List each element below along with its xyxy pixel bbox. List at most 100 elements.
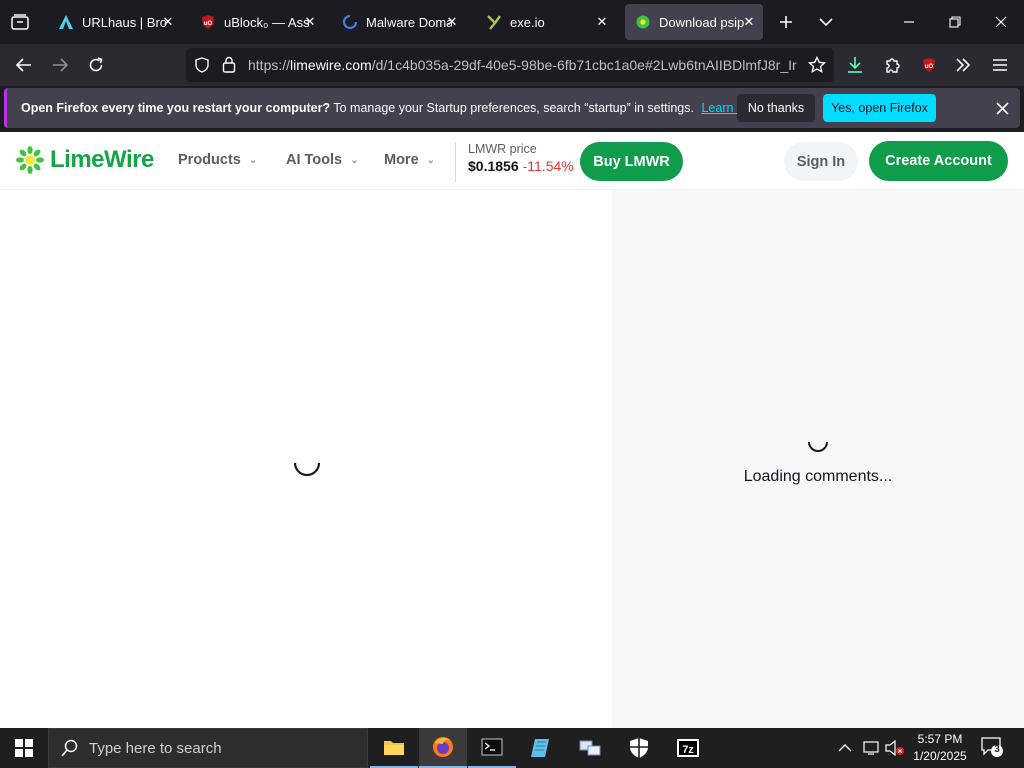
hamburger-icon xyxy=(993,59,1007,71)
tab-malware-domain[interactable]: Malware Domain ✕ xyxy=(332,4,466,40)
web-page: LimeWire Products ⌄ AI Tools ⌄ More ⌄ LMWR … xyxy=(0,132,1024,728)
extensions-button[interactable] xyxy=(878,50,908,80)
reload-button[interactable] xyxy=(81,50,111,80)
close-tab-icon[interactable]: ✕ xyxy=(302,14,318,30)
tab-urlhaus[interactable]: URLhaus | Browse ✕ xyxy=(48,4,182,40)
new-tab-button[interactable] xyxy=(774,10,798,34)
tab-overview-button[interactable] xyxy=(8,10,32,34)
chevron-up-icon xyxy=(838,744,852,752)
price-change: -11.54% xyxy=(522,158,574,174)
loading-spinner-icon xyxy=(808,441,828,452)
close-notification-button[interactable] xyxy=(991,97,1013,119)
speaker-muted-icon xyxy=(885,739,904,757)
close-icon xyxy=(995,16,1007,28)
malware-domain-icon xyxy=(342,14,358,30)
open-firefox-button[interactable]: Yes, open Firefox xyxy=(823,94,936,122)
close-tab-icon[interactable]: ✕ xyxy=(741,14,757,30)
minimize-icon xyxy=(904,21,914,23)
restore-button[interactable] xyxy=(932,0,978,44)
close-tab-icon[interactable]: ✕ xyxy=(160,14,176,30)
bookmark-star-icon[interactable] xyxy=(807,55,827,79)
notification-body: To manage your Startup preferences, sear… xyxy=(333,101,694,115)
tab-title: exe.io xyxy=(510,14,545,30)
arrow-left-icon xyxy=(16,58,31,72)
action-center-button[interactable]: 3 xyxy=(980,736,1008,760)
nav-products[interactable]: Products ⌄ xyxy=(178,152,257,168)
system-clock[interactable]: 5:57 PM 1/20/2025 xyxy=(908,731,972,765)
close-tab-icon[interactable]: ✕ xyxy=(444,14,460,30)
address-bar[interactable]: https://limewire.com/d/1c4b035a-29df-40e… xyxy=(186,48,834,82)
more-tools-button[interactable] xyxy=(948,50,978,80)
limewire-logo-icon xyxy=(16,146,44,174)
nav-label: AI Tools xyxy=(286,152,343,168)
start-button[interactable] xyxy=(0,728,48,768)
tab-download-psiphon[interactable]: Download psiph ✕ xyxy=(625,4,763,40)
notification-count: 3 xyxy=(994,744,1000,755)
app-menu-button[interactable] xyxy=(985,50,1015,80)
url-prefix: https:// xyxy=(248,57,291,73)
price-value-row: $0.1856 -11.54% xyxy=(468,158,574,174)
download-icon xyxy=(848,57,862,73)
lock-icon[interactable] xyxy=(222,56,236,78)
taskbar-file-explorer[interactable] xyxy=(370,728,418,768)
shield-icon[interactable] xyxy=(194,57,210,78)
forward-button[interactable] xyxy=(45,50,75,80)
folder-icon xyxy=(384,741,404,755)
taskbar-security-app[interactable] xyxy=(615,728,663,768)
tab-list-icon xyxy=(11,14,29,30)
tab-exeio[interactable]: exe.io ✕ xyxy=(476,4,616,40)
no-thanks-button[interactable]: No thanks xyxy=(737,94,815,122)
sign-in-button[interactable]: Sign In xyxy=(784,142,858,181)
taskbar-network-app[interactable] xyxy=(566,728,614,768)
nav-ai-tools[interactable]: AI Tools ⌄ xyxy=(286,152,359,168)
loading-spinner-icon xyxy=(293,462,321,477)
limewire-logo[interactable]: LimeWire xyxy=(16,146,154,174)
comments-pane: Loading comments... xyxy=(612,190,1024,728)
tab-title: URLhaus | Browse xyxy=(82,14,168,30)
arrow-right-icon xyxy=(53,58,68,72)
close-tab-icon[interactable]: ✕ xyxy=(594,14,610,30)
taskbar-notepad-app[interactable] xyxy=(517,728,565,768)
tab-ublock[interactable]: uO uBlock₀ — Asset ✕ xyxy=(190,4,324,40)
shield-icon xyxy=(630,738,648,758)
exeio-icon xyxy=(486,14,502,30)
nav-more[interactable]: More ⌄ xyxy=(384,152,435,168)
notebook-icon xyxy=(531,739,549,757)
chevron-down-icon: ⌄ xyxy=(350,154,359,166)
svg-text:uO: uO xyxy=(925,64,934,70)
nav-label: More xyxy=(384,152,419,168)
taskbar-search[interactable]: Type here to search xyxy=(48,728,368,768)
windows-logo-icon xyxy=(15,739,33,757)
taskbar-7zip[interactable]: 7z xyxy=(664,728,712,768)
notification-title: Open Firefox every time you restart your… xyxy=(21,101,331,115)
tab-bar: URLhaus | Browse ✕ uO uBlock₀ — Asset ✕ … xyxy=(0,0,1024,44)
volume-status[interactable] xyxy=(884,739,906,757)
back-button[interactable] xyxy=(9,50,39,80)
file-preview-pane xyxy=(0,190,612,728)
downloads-button[interactable] xyxy=(840,50,870,80)
close-window-button[interactable] xyxy=(978,0,1024,44)
ublock-extension-button[interactable]: uO xyxy=(914,50,944,80)
buy-lmwr-button[interactable]: Buy LMWR xyxy=(580,142,683,181)
list-all-tabs-button[interactable] xyxy=(814,10,838,34)
puzzle-icon xyxy=(886,58,900,73)
taskbar-firefox[interactable] xyxy=(419,728,467,768)
plus-icon xyxy=(780,16,792,28)
network-status[interactable] xyxy=(862,740,882,756)
restore-icon xyxy=(949,16,961,28)
tab-title: Download psiph xyxy=(659,14,745,30)
minimize-button[interactable] xyxy=(886,0,932,44)
startup-notification-bar: Open Firefox every time you restart your… xyxy=(4,88,1020,128)
network-disconnected-icon xyxy=(863,741,879,755)
ublock-icon: uO xyxy=(923,58,935,72)
taskbar-terminal[interactable] xyxy=(468,728,516,768)
double-chevron-right-icon xyxy=(956,58,971,72)
close-icon xyxy=(995,101,1009,115)
url-path: /d/1c4b035a-29df-40e5-98be-6fb71cbc1a0e#… xyxy=(371,57,797,73)
create-account-button[interactable]: Create Account xyxy=(869,141,1008,181)
search-placeholder: Type here to search xyxy=(89,739,222,757)
show-hidden-icons-button[interactable] xyxy=(838,740,854,756)
url-text[interactable]: https://limewire.com/d/1c4b035a-29df-40e… xyxy=(248,57,800,73)
price-label: LMWR price xyxy=(468,142,537,156)
loading-comments-text: Loading comments... xyxy=(743,468,893,485)
